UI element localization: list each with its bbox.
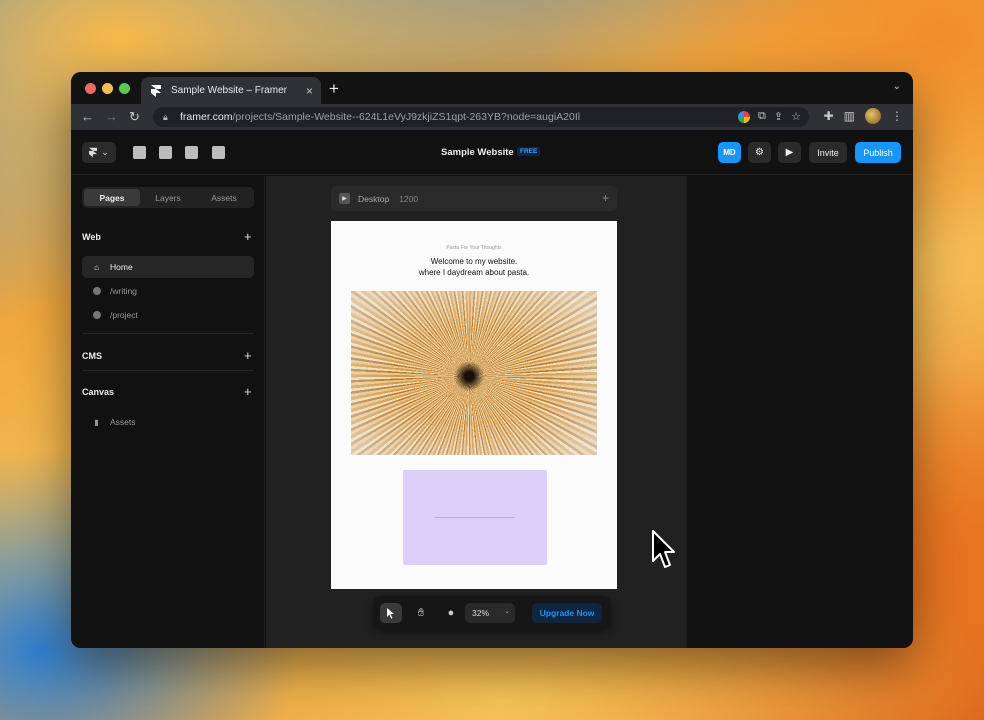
- more-menu-icon[interactable]: ⋮: [891, 109, 903, 123]
- card-text-placeholder: [435, 517, 515, 518]
- globe-icon: [92, 287, 101, 296]
- page-label: /project: [110, 310, 138, 320]
- pointer-icon: [387, 608, 394, 619]
- home-icon: ⌂: [94, 262, 99, 272]
- project-title[interactable]: Sample Website: [441, 147, 514, 158]
- section-title-cms[interactable]: CMS: [82, 351, 102, 361]
- preview-button[interactable]: ▶: [778, 142, 801, 163]
- zoom-value: 32%: [472, 608, 490, 618]
- google-icon[interactable]: [738, 110, 751, 123]
- site-kicker[interactable]: Pasta For Your Thoughts: [331, 245, 617, 251]
- hand-icon: ✋︎: [417, 606, 425, 619]
- back-icon[interactable]: ←: [81, 109, 94, 125]
- framer-logo-icon: [89, 147, 98, 158]
- tab-pages[interactable]: Pages: [84, 189, 140, 206]
- profile-avatar[interactable]: [865, 108, 881, 124]
- canvas-toolbar: ✋︎ ● 32% ⌄ Upgrade Now: [373, 596, 611, 630]
- file-icon: ▮: [94, 417, 99, 427]
- share-icon[interactable]: ⇪: [774, 110, 783, 123]
- play-icon: ▶: [785, 147, 794, 158]
- properties-panel: [686, 176, 913, 648]
- close-window-button[interactable]: [85, 83, 96, 94]
- chevron-down-icon: ⌄: [504, 608, 510, 615]
- play-icon[interactable]: ▶: [339, 193, 350, 204]
- framer-menu-button[interactable]: ⌄: [82, 142, 116, 163]
- add-cms-button[interactable]: +: [244, 349, 252, 362]
- editor-topbar: ⌄ Sample Website FREE MD ⚙ ▶ Invite Publ…: [71, 130, 913, 175]
- comment-icon: ●: [447, 607, 455, 619]
- heading-line-1: Welcome to my website.: [430, 257, 518, 266]
- text-icon[interactable]: [185, 146, 198, 159]
- lock-icon: 🔒︎: [163, 111, 168, 122]
- extensions-icon[interactable]: ✚: [824, 109, 834, 123]
- frame-label: Desktop: [358, 193, 390, 204]
- page-item-project[interactable]: /project: [82, 304, 254, 326]
- forward-icon[interactable]: →: [105, 109, 118, 125]
- divider: [82, 333, 254, 334]
- canvas-item-label: Assets: [110, 417, 136, 427]
- design-canvas[interactable]: ▶ Desktop 1200 + Pasta For Your Thoughts…: [266, 176, 686, 648]
- pasta-image[interactable]: [351, 291, 597, 455]
- publish-button[interactable]: Publish: [855, 142, 901, 163]
- panel-tabs: Pages Layers Assets: [82, 187, 254, 208]
- divider: [82, 370, 254, 371]
- add-page-button[interactable]: +: [244, 230, 252, 243]
- user-avatar[interactable]: MD: [718, 142, 741, 163]
- cast-icon[interactable]: ⧉: [758, 110, 766, 123]
- cms-icon[interactable]: [212, 146, 225, 159]
- plan-badge: FREE: [517, 147, 541, 156]
- framer-app: ⌄ Sample Website FREE MD ⚙ ▶ Invite Publ…: [71, 130, 913, 648]
- settings-button[interactable]: ⚙: [748, 142, 771, 163]
- url-path: /projects/Sample-Website--624L1eVyJ9zkji…: [232, 111, 581, 123]
- address-bar-actions: ⧉ ⇪ ☆: [738, 110, 801, 123]
- zoom-window-button[interactable]: [119, 83, 130, 94]
- side-panel-icon[interactable]: ▥: [844, 109, 855, 123]
- page-label: /writing: [110, 286, 137, 296]
- tab-search-icon[interactable]: ⌄: [893, 81, 901, 92]
- address-bar[interactable]: 🔒︎ framer.com /projects/Sample-Website--…: [153, 107, 809, 127]
- page-label: Home: [110, 262, 133, 272]
- left-panel: Pages Layers Assets Web + ⌂ Home /writin…: [71, 176, 265, 648]
- insert-icon[interactable]: [133, 146, 146, 159]
- browser-window: Sample Website – Framer × + ⌄ ← → ↻ 🔒︎ f…: [71, 72, 913, 648]
- minimize-window-button[interactable]: [102, 83, 113, 94]
- select-tool-button[interactable]: [380, 603, 402, 623]
- reload-icon[interactable]: ↻: [129, 109, 140, 125]
- site-heading[interactable]: Welcome to my website. where I daydream …: [331, 256, 617, 278]
- lilac-card[interactable]: [403, 470, 547, 565]
- section-title-web[interactable]: Web: [82, 232, 101, 242]
- tab-strip: Sample Website – Framer × + ⌄: [71, 72, 913, 104]
- heading-line-2: where I daydream about pasta.: [418, 268, 530, 277]
- page-item-writing[interactable]: /writing: [82, 280, 254, 302]
- invite-button[interactable]: Invite: [809, 142, 847, 163]
- upgrade-button[interactable]: Upgrade Now: [532, 603, 602, 623]
- comment-tool-button[interactable]: ●: [440, 603, 462, 623]
- new-tab-button[interactable]: +: [329, 79, 339, 99]
- frame-header[interactable]: ▶ Desktop 1200 +: [331, 186, 617, 211]
- bookmark-star-icon[interactable]: ☆: [791, 110, 801, 123]
- desktop-frame[interactable]: Pasta For Your Thoughts Welcome to my we…: [331, 221, 617, 589]
- gear-icon: ⚙: [755, 147, 764, 158]
- tab-assets[interactable]: Assets: [196, 189, 252, 206]
- zoom-select[interactable]: 32% ⌄: [465, 603, 515, 623]
- hand-tool-button[interactable]: ✋︎: [410, 603, 432, 623]
- layout-icon[interactable]: [159, 146, 172, 159]
- browser-actions: ✚ ▥ ⋮: [824, 108, 903, 124]
- tab-title: Sample Website – Framer: [171, 85, 287, 96]
- add-canvas-button[interactable]: +: [244, 385, 252, 398]
- chevron-down-icon: ⌄: [101, 147, 109, 157]
- add-breakpoint-button[interactable]: +: [602, 191, 609, 205]
- browser-tab[interactable]: Sample Website – Framer ×: [141, 77, 321, 104]
- framer-favicon-icon: [149, 84, 163, 98]
- mouse-cursor-icon: [652, 530, 675, 568]
- section-title-canvas[interactable]: Canvas: [82, 387, 114, 397]
- close-tab-icon[interactable]: ×: [306, 84, 313, 98]
- tab-layers[interactable]: Layers: [140, 189, 196, 206]
- browser-toolbar: ← → ↻ 🔒︎ framer.com /projects/Sample-Web…: [71, 104, 913, 130]
- frame-width: 1200: [399, 193, 419, 204]
- page-item-home[interactable]: ⌂ Home: [82, 256, 254, 278]
- url-host: framer.com: [180, 111, 233, 123]
- canvas-item-assets[interactable]: ▮ Assets: [82, 411, 254, 433]
- globe-icon: [92, 311, 101, 320]
